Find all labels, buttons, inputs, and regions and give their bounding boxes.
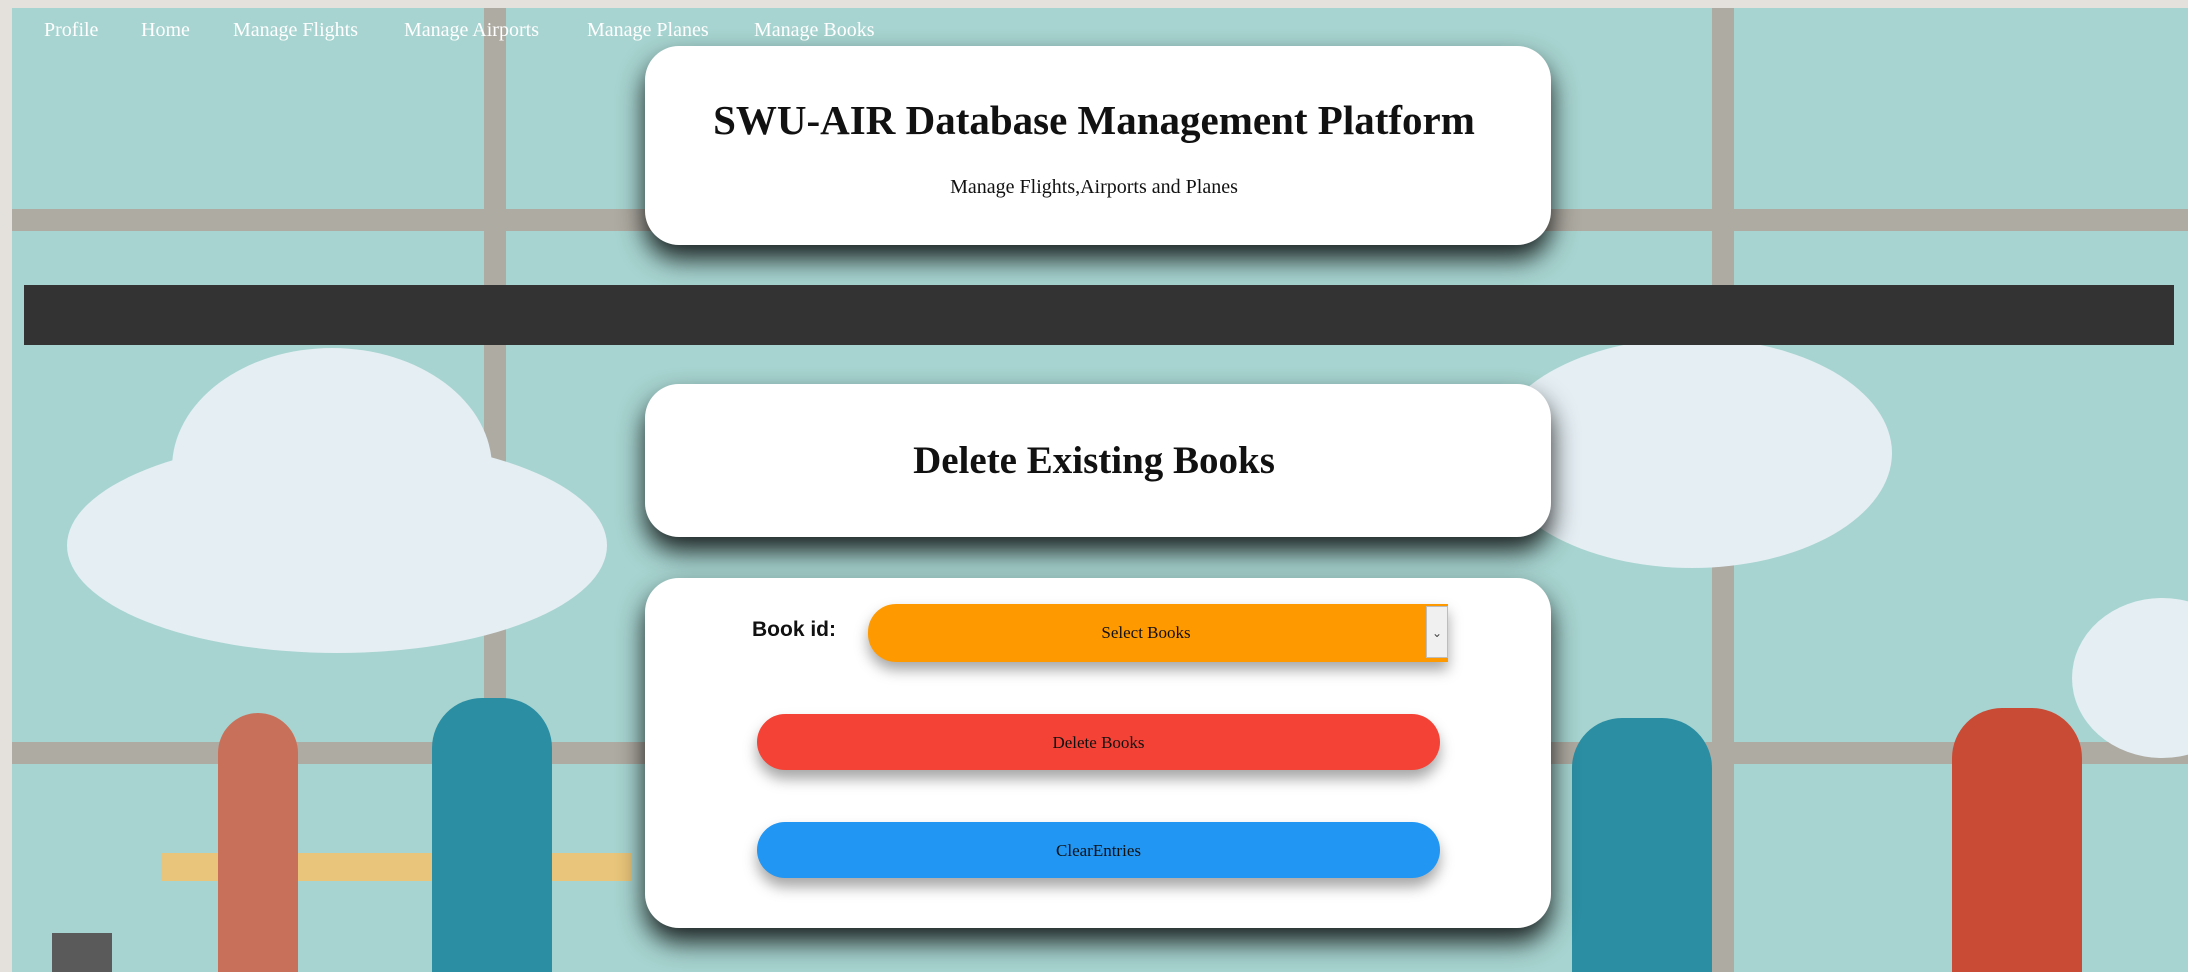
cloud bbox=[2072, 598, 2188, 758]
platform-subtitle: Manage Flights,Airports and Planes bbox=[950, 176, 1238, 198]
nav-item-manage-flights[interactable]: Manage Flights bbox=[233, 0, 358, 60]
person-figure bbox=[1952, 708, 2082, 972]
book-id-label: Book id: bbox=[752, 618, 836, 641]
nav-item-manage-planes[interactable]: Manage Planes bbox=[587, 0, 709, 60]
page-frame: SWU-AIR Database Management Platform Man… bbox=[0, 0, 2188, 972]
header-card bbox=[645, 46, 1551, 245]
nav-item-manage-airports[interactable]: Manage Airports bbox=[404, 0, 539, 60]
person-figure bbox=[432, 698, 552, 972]
book-select[interactable]: Select Books ⌄ bbox=[868, 604, 1448, 662]
delete-books-button[interactable]: Delete Books bbox=[757, 714, 1440, 770]
top-navbar bbox=[24, 285, 2174, 345]
chevron-down-icon[interactable]: ⌄ bbox=[1426, 606, 1448, 658]
person-figure bbox=[1572, 718, 1712, 972]
person-figure bbox=[218, 713, 298, 972]
nav-item-manage-books[interactable]: Manage Books bbox=[754, 0, 875, 60]
nav-item-home[interactable]: Home bbox=[141, 0, 190, 60]
page-title: Delete Existing Books bbox=[913, 439, 1275, 482]
nav-item-profile[interactable]: Profile bbox=[44, 0, 98, 60]
platform-title: SWU-AIR Database Management Platform bbox=[713, 97, 1475, 143]
clear-entries-button[interactable]: ClearEntries bbox=[757, 822, 1440, 878]
luggage bbox=[52, 933, 112, 972]
book-select-value: Select Books bbox=[1101, 623, 1191, 642]
